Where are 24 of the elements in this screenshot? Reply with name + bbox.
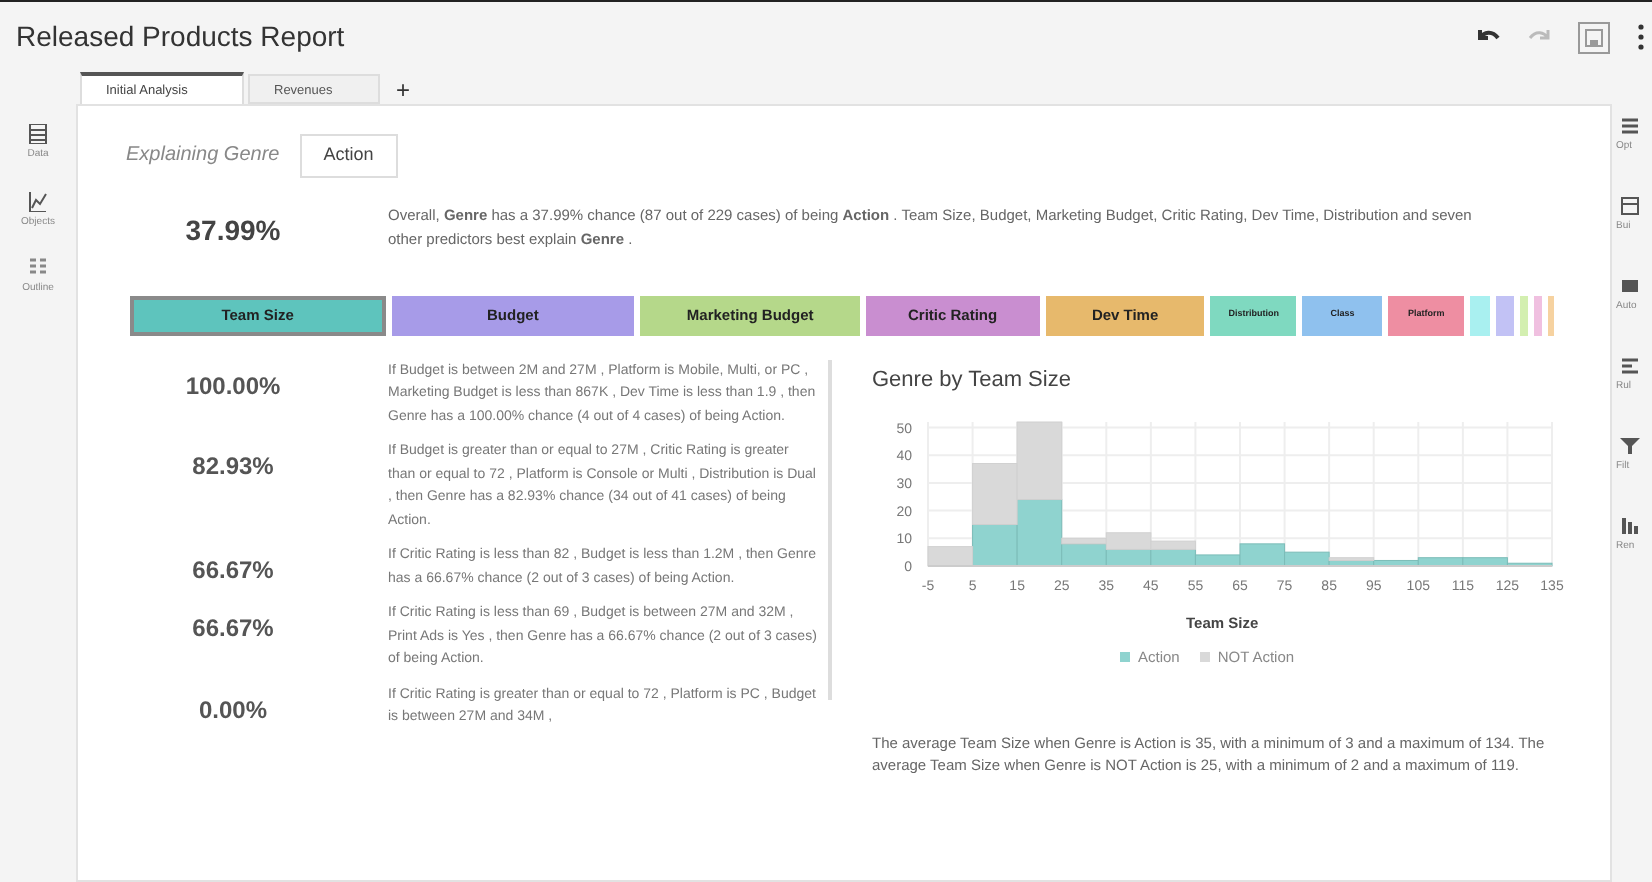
histogram-bar [1016, 421, 1063, 501]
undo-icon[interactable] [1478, 28, 1500, 46]
rule-percent: 82.93% [192, 450, 274, 484]
save-icon[interactable] [1578, 21, 1610, 53]
explaining-label: Explaining Genre [126, 142, 280, 171]
more-icon[interactable] [1638, 24, 1644, 50]
scrollbar[interactable] [828, 359, 832, 699]
insights-icon[interactable] [1620, 516, 1640, 536]
rule-percent: 66.67% [192, 612, 274, 646]
outline-icon[interactable] [28, 258, 48, 278]
chart-title: Genre by Team Size [872, 365, 1073, 395]
objects-icon[interactable] [27, 191, 48, 211]
rule-percent: 0.00% [198, 693, 268, 727]
overall-percent: 37.99% [185, 211, 281, 249]
rule-percent: 66.67% [192, 554, 274, 588]
filter-icon[interactable] [1620, 436, 1640, 456]
rules-icon[interactable] [1620, 356, 1640, 376]
rule-percent: 100.00% [185, 369, 281, 403]
histogram-bar [972, 463, 1018, 525]
add-tab-button[interactable]: + [396, 76, 411, 104]
options-icon[interactable] [1620, 116, 1640, 136]
window-title: Released Products Report [16, 18, 345, 56]
target-value-box[interactable]: Action [299, 134, 398, 177]
data-icon[interactable] [28, 124, 48, 144]
